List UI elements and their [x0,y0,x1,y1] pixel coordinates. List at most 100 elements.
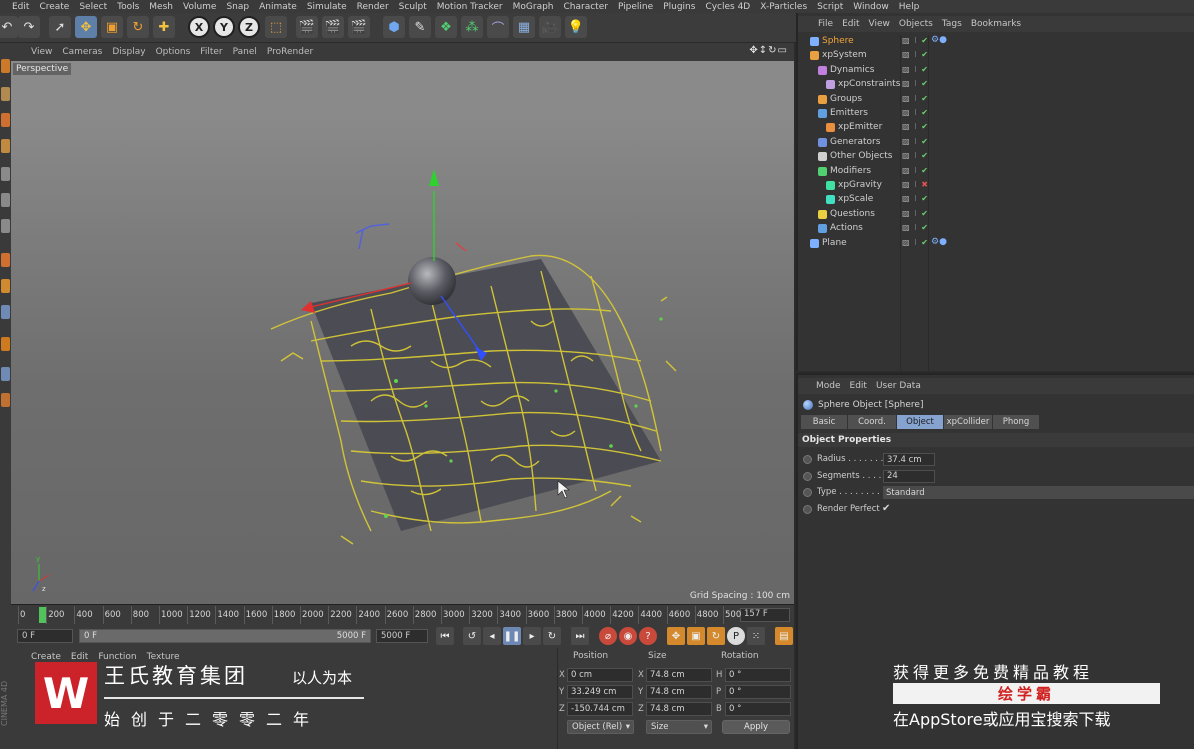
menu-plugins[interactable]: Plugins [663,2,695,12]
light-button[interactable]: 💡 [565,16,587,38]
tab-coord[interactable]: Coord. [848,415,896,429]
pen-tool-button[interactable]: ✎ [409,16,431,38]
menu-cycles-4d[interactable]: Cycles 4D [705,2,750,12]
attribute-menu-edit[interactable]: Edit [850,381,867,391]
make-editable-icon[interactable] [1,59,10,73]
material-menu-edit[interactable]: Edit [71,652,88,662]
object-name[interactable]: xpScale [838,194,873,204]
object-menu-bookmarks[interactable]: Bookmarks [971,19,1021,29]
deformer-button[interactable]: ⌒ [487,16,509,38]
object-visibility-flags[interactable]: ▨ ⁝ ✔ [902,137,929,146]
object-name[interactable]: Emitters [830,108,868,118]
object-row-modifiers[interactable]: Modifiers ▨ ⁝ ✔ [798,165,1194,179]
object-menu-view[interactable]: View [869,19,890,29]
viewport-menu-panel[interactable]: Panel [233,47,257,57]
menu-animate[interactable]: Animate [259,2,297,12]
rotation-key-button[interactable]: ↻ [707,627,725,645]
object-name[interactable]: Groups [830,94,862,104]
object-name[interactable]: Sphere [822,36,854,46]
object-name[interactable]: Generators [830,137,880,147]
menu-tools[interactable]: Tools [117,2,139,12]
go-to-end-button[interactable]: ⏭ [571,627,589,645]
object-name[interactable]: xpGravity [838,180,882,190]
object-visibility-flags[interactable]: ▨ ⁝ ✔ [902,151,929,160]
object-row-xpsystem[interactable]: xpSystem ▨ ⁝ ✔ [798,49,1194,63]
subdivision-button[interactable]: ❖ [435,16,457,38]
position-field[interactable]: 33.249 cm [567,685,633,699]
redo-button[interactable]: ↷ [18,16,40,38]
menu-mograph[interactable]: MoGraph [513,2,554,12]
menu-volume[interactable]: Volume [183,2,216,12]
keyframe-selection-button[interactable]: ? [639,627,657,645]
coordinate-system-button[interactable]: ⬚ [265,16,287,38]
enabled-check-icon[interactable]: ✔ [921,79,929,88]
tab-phong[interactable]: Phong [993,415,1039,429]
cube-object-button[interactable]: ⬢ [383,16,405,38]
menu-script[interactable]: Script [817,2,843,12]
viewport-menu-display[interactable]: Display [112,47,145,57]
enabled-check-icon[interactable]: ✔ [921,50,929,59]
position-key-button[interactable]: ✥ [667,627,685,645]
tab-basic[interactable]: Basic [801,415,847,429]
render-view-button[interactable]: 🎬 [296,16,318,38]
object-visibility-flags[interactable]: ▨ ⁝ ✔ [902,50,929,59]
go-to-start-button[interactable]: ⏮ [436,627,454,645]
object-visibility-flags[interactable]: ▨ ⁝ ✔ [902,166,929,175]
menu-character[interactable]: Character [564,2,608,12]
object-name[interactable]: xpSystem [822,50,867,60]
snap-icon[interactable] [1,305,10,319]
object-row-plane[interactable]: Plane ▨ ⁝ ✔ ⚙● [798,237,1194,251]
polygons-mode-icon[interactable] [1,219,10,233]
menu-pipeline[interactable]: Pipeline [618,2,653,12]
size-field[interactable]: 74.8 cm [646,702,712,716]
material-menu-create[interactable]: Create [31,652,61,662]
object-visibility-flags[interactable]: ▨ ⁝ ✔ [902,94,929,103]
object-row-xpgravity[interactable]: xpGravity ▨ ⁝ ✖ [798,179,1194,193]
enabled-check-icon[interactable]: ✔ [921,94,929,103]
enabled-check-icon[interactable]: ✔ [921,36,929,45]
enabled-check-icon[interactable]: ✔ [921,122,929,131]
object-name[interactable]: Modifiers [830,166,871,176]
size-field[interactable]: 74.8 cm [646,685,712,699]
object-row-xpconstraints[interactable]: xpConstraints ▨ ⁝ ✔ [798,78,1194,92]
menu-simulate[interactable]: Simulate [307,2,347,12]
viewport-3d[interactable]: y z Perspective Grid Spacing : 100 cm [11,61,794,604]
points-mode-icon[interactable] [1,167,10,181]
tweak-mode-icon[interactable] [1,279,10,293]
recent-tool-button[interactable]: ✚ [153,16,175,38]
render-perfect-checkbox[interactable]: ✔ [882,503,890,514]
current-frame-field[interactable]: 157 F [740,608,790,622]
apply-button[interactable]: Apply [722,720,790,734]
axis-mode-icon[interactable] [1,253,10,267]
viewport-menu-prorender[interactable]: ProRender [267,47,313,57]
object-tag-icons[interactable]: ⚙● [931,237,947,247]
start-frame-field[interactable]: 0 F [17,629,73,643]
object-menu-objects[interactable]: Objects [899,19,933,29]
animate-radio-icon[interactable] [803,488,812,497]
coordinate-mode-select[interactable]: Object (Rel) ▾ [567,720,634,734]
viewport-menu-options[interactable]: Options [156,47,191,57]
enabled-check-icon[interactable]: ✔ [921,65,929,74]
object-row-generators[interactable]: Generators ▨ ⁝ ✔ [798,136,1194,150]
rotation-field[interactable]: 0 ° [725,702,791,716]
x-axis-lock-button[interactable]: X [188,16,210,38]
menu-snap[interactable]: Snap [226,2,249,12]
position-field[interactable]: -150.744 cm [567,702,633,716]
planar-workplane-icon[interactable] [1,393,10,407]
object-visibility-flags[interactable]: ▨ ⁝ ✔ [902,65,929,74]
object-name[interactable]: Plane [822,238,847,248]
z-axis-lock-button[interactable]: Z [238,16,260,38]
tab-object[interactable]: Object [897,415,943,429]
menu-sculpt[interactable]: Sculpt [399,2,427,12]
point-level-key-button[interactable]: ⁙ [747,627,765,645]
size-mode-select[interactable]: Size ▾ [646,720,712,734]
object-name[interactable]: Actions [830,223,863,233]
autokey-button[interactable]: ◉ [619,627,637,645]
enabled-check-icon[interactable]: ✔ [921,238,929,247]
array-button[interactable]: ⁂ [461,16,483,38]
viewport-menu-cameras[interactable]: Cameras [62,47,102,57]
lock-workplane-icon[interactable] [1,367,10,381]
animate-radio-icon[interactable] [803,455,812,464]
object-visibility-flags[interactable]: ▨ ⁝ ✔ [902,36,929,45]
viewport-menu-filter[interactable]: Filter [200,47,222,57]
